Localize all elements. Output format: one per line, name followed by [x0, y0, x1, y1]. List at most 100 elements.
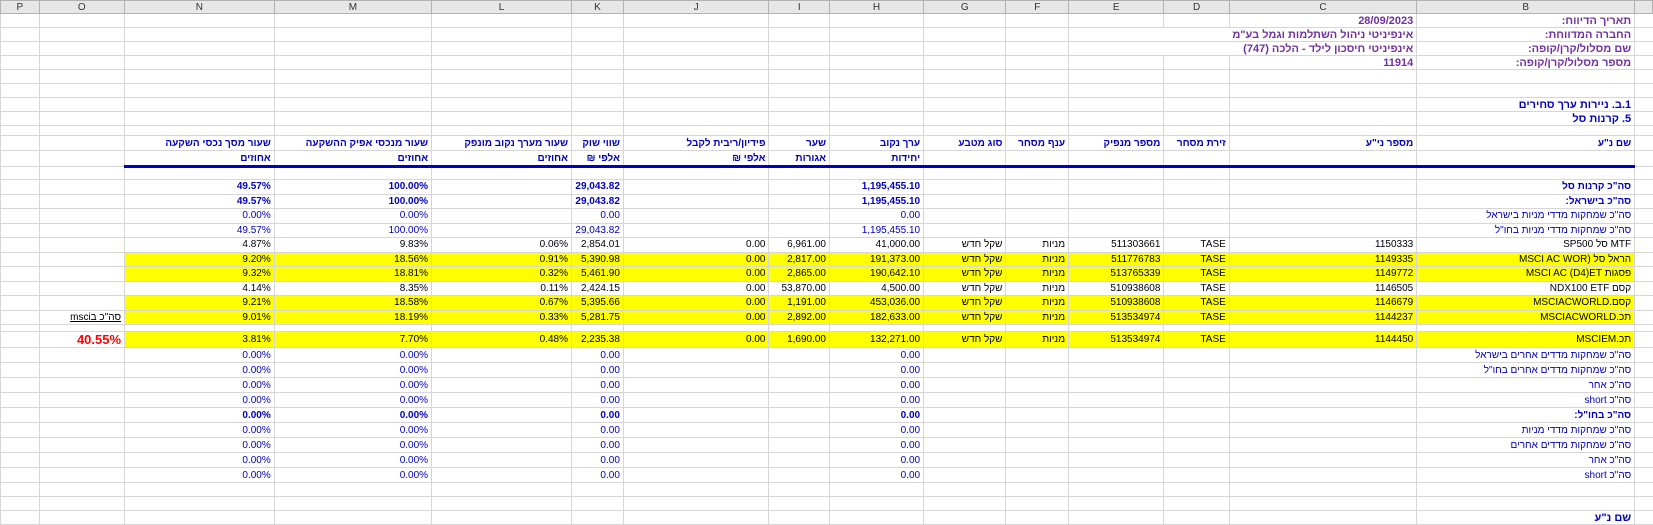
cell-I-r17[interactable]: 6,961.00	[768, 237, 830, 253]
cell-G-r19[interactable]: שקל חדש	[923, 266, 1006, 282]
cell-F-r21[interactable]: מניות	[1005, 295, 1069, 311]
cell-D-r16[interactable]	[1163, 223, 1230, 238]
cell-D-r27[interactable]	[1163, 377, 1230, 393]
cell-J-r34[interactable]	[622, 482, 769, 497]
cell-P-r20[interactable]	[0, 281, 40, 296]
cell-F-r14[interactable]	[1005, 194, 1069, 209]
cell-C-r6[interactable]	[1228, 83, 1417, 98]
column-header-C[interactable]: C	[1228, 0, 1418, 14]
cell-O-r8[interactable]	[38, 111, 125, 126]
cell-E-r23[interactable]	[1068, 324, 1164, 332]
cell-P-r10[interactable]	[0, 135, 40, 151]
cell-M-r15[interactable]: 0.00%	[273, 208, 432, 224]
cell-N-r32[interactable]: 0.00%	[124, 452, 275, 468]
cell-H-r8[interactable]	[828, 111, 924, 126]
cell-H-r13[interactable]: 1,195,455.10	[828, 179, 924, 195]
cell-M-r14[interactable]: 100.00%	[273, 194, 432, 209]
cell-H-r29[interactable]: 0.00	[828, 407, 924, 423]
cell-O-r27[interactable]	[38, 377, 125, 393]
cell-O-r5[interactable]	[38, 69, 125, 84]
cell-E-r10[interactable]: מספר מנפיק	[1068, 135, 1164, 151]
cell-J-r1[interactable]	[622, 13, 769, 28]
cell-I-r7[interactable]	[768, 97, 830, 112]
cell-F-r30[interactable]	[1005, 422, 1069, 438]
cell-H-r4[interactable]	[828, 55, 924, 70]
cell-edge-r27[interactable]	[1634, 377, 1653, 393]
cell-I-r24[interactable]: 1,690.00	[768, 331, 830, 348]
cell-P-r5[interactable]	[0, 69, 40, 84]
cell-I-r5[interactable]	[768, 69, 830, 84]
cell-O-r20[interactable]	[38, 281, 125, 296]
cell-N-r9[interactable]	[124, 125, 275, 136]
cell-L-r10[interactable]: שעור מערך נקוב מונפק	[431, 135, 572, 151]
cell-L-r21[interactable]: 0.67%	[431, 295, 572, 311]
cell-E-r18[interactable]: 511776783	[1068, 252, 1164, 267]
cell-edge-r7[interactable]	[1634, 97, 1653, 112]
column-header-edge[interactable]	[1634, 0, 1653, 14]
cell-O-r10[interactable]	[38, 135, 125, 151]
cell-N-r13[interactable]: 49.57%	[124, 179, 275, 195]
cell-B-r7[interactable]: 1.ב. ניירות ערך סחירים	[1416, 97, 1635, 112]
cell-E-r13[interactable]	[1068, 179, 1164, 195]
cell-I-r25[interactable]	[768, 347, 830, 363]
cell-G-r13[interactable]	[923, 179, 1006, 195]
cell-H-r12[interactable]	[828, 166, 924, 180]
cell-G-r18[interactable]: שקל חדש	[923, 252, 1006, 267]
cell-G-r32[interactable]	[923, 452, 1006, 468]
cell-P-r33[interactable]	[0, 467, 40, 483]
cell-edge-r10[interactable]	[1634, 135, 1653, 151]
cell-F-r8[interactable]	[1005, 111, 1069, 126]
cell-K-r17[interactable]: 2,854.01	[571, 237, 624, 253]
cell-H-r34[interactable]	[828, 482, 924, 497]
cell-H-r3[interactable]	[828, 41, 924, 56]
cell-K-r23[interactable]	[571, 324, 624, 332]
cell-G-r6[interactable]	[923, 83, 1006, 98]
cell-O-r23[interactable]	[38, 324, 125, 332]
cell-B-r20[interactable]: קסם NDX100 ETF	[1416, 281, 1635, 296]
cell-K-r3[interactable]	[571, 41, 624, 56]
cell-M-r17[interactable]: 9.83%	[273, 237, 432, 253]
cell-M-r31[interactable]: 0.00%	[273, 437, 432, 453]
cell-J-r2[interactable]	[622, 27, 769, 42]
cell-N-r14[interactable]: 49.57%	[124, 194, 275, 209]
cell-F-r5[interactable]	[1005, 69, 1069, 84]
cell-D-r9[interactable]	[1163, 125, 1230, 136]
cell-K-r22[interactable]: 5,281.75	[571, 310, 624, 325]
cell-D-r4[interactable]	[1163, 55, 1230, 70]
cell-L-r14[interactable]	[431, 194, 572, 209]
cell-E-r1[interactable]	[1068, 13, 1164, 28]
cell-I-r34[interactable]	[768, 482, 830, 497]
cell-L-r31[interactable]	[431, 437, 572, 453]
cell-F-r24[interactable]: מניות	[1005, 331, 1069, 348]
cell-E-r26[interactable]	[1068, 362, 1164, 378]
cell-J-r6[interactable]	[622, 83, 769, 98]
cell-G-r28[interactable]	[923, 392, 1006, 408]
cell-K-r34[interactable]	[571, 482, 624, 497]
cell-J-r19[interactable]: 0.00	[622, 266, 769, 282]
cell-C-r33[interactable]	[1228, 467, 1417, 483]
cell-N-r23[interactable]	[124, 324, 275, 332]
cell-J-r14[interactable]	[622, 194, 769, 209]
cell-B-r5[interactable]	[1416, 69, 1635, 84]
cell-I-r1[interactable]	[768, 13, 830, 28]
cell-C-r1[interactable]: 28/09/2023	[1228, 13, 1417, 28]
cell-P-r16[interactable]	[0, 223, 40, 238]
cell-L-r23[interactable]	[431, 324, 572, 332]
cell-C-r22[interactable]: 1144237	[1228, 310, 1417, 325]
cell-N-r21[interactable]: 9.21%	[124, 295, 275, 311]
cell-L-r1[interactable]	[431, 13, 572, 28]
cell-F-r4[interactable]	[1005, 55, 1069, 70]
column-header-N[interactable]: N	[124, 0, 275, 14]
cell-B-r3[interactable]: שם מסלול/קרן/קופה:	[1416, 41, 1635, 56]
cell-E-r35[interactable]	[1068, 496, 1164, 511]
cell-M-r29[interactable]: 0.00%	[273, 407, 432, 423]
cell-C-r8[interactable]	[1228, 111, 1417, 126]
cell-C-r15[interactable]	[1228, 208, 1417, 224]
cell-D-r6[interactable]	[1163, 83, 1230, 98]
cell-H-r33[interactable]: 0.00	[828, 467, 924, 483]
cell-edge-r14[interactable]	[1634, 194, 1653, 209]
cell-D-r14[interactable]	[1163, 194, 1230, 209]
cell-K-r10[interactable]: שווי שוק	[571, 135, 624, 151]
cell-P-r8[interactable]	[0, 111, 40, 126]
cell-N-r18[interactable]: 9.20%	[124, 252, 275, 267]
